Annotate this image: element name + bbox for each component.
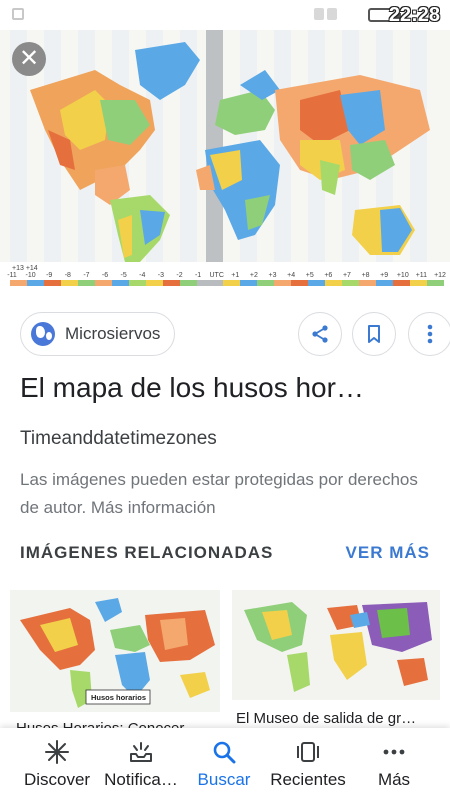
more-options-button[interactable] [408,312,450,356]
bookmark-icon [368,325,380,343]
nav-more[interactable]: Más [356,728,432,800]
search-icon [213,741,236,764]
related-map-1: Husos horarios [10,590,220,712]
utc-offset-label: +1 [231,272,239,279]
result-title[interactable]: El mapa de los husos hor… [20,372,430,404]
time-zone-map: +13 +14 -11 -10 -9 -8 -7 -6 -5 -4 -3 -2 -1 UTC +1 +2 +… [0,30,450,288]
source-chip[interactable]: Microsiervos [20,312,176,356]
nav-recent[interactable]: Recientes [262,728,354,800]
save-button[interactable] [352,312,396,356]
signal-icons [314,7,354,23]
utc-offset-label: -1 [195,272,201,279]
utc-offset-label: +5 [306,272,314,279]
vertical-dots-icon [427,324,433,344]
related-map-label: Husos horarios [91,693,146,702]
gallery-notification-icon [12,8,24,20]
nav-label-more: Más [377,770,411,789]
utc-offset-label: -7 [83,272,89,279]
utc-offset-label: +2 [250,272,258,279]
close-button[interactable]: ✕ [12,42,46,76]
source-name: Microsiervos [65,324,161,343]
nav-discover[interactable]: Discover [0,728,114,800]
source-row: Microsiervos [20,312,450,356]
utc-offset-label: -11 [7,272,17,279]
map-top-offsets: +13 +14 [12,265,38,272]
close-icon: ✕ [18,45,40,72]
bottom-navigation: Discover Notifica… Buscar Recientes Más [0,728,450,800]
utc-offset-label: +11 [416,272,427,279]
utc-offset-label: -6 [102,272,108,279]
related-image-2[interactable] [232,590,440,700]
hero-image-time-zone-map[interactable]: +13 +14 -11 -10 -9 -8 -7 -6 -5 -4 -3 -2 -1 UTC +1 +2 +… [0,30,450,288]
related-images-header: IMÁGENES RELACIONADAS [20,543,274,562]
utc-offset-label: +7 [343,272,351,279]
utc-offset-label: UTC [210,272,224,279]
more-dots-icon [383,749,405,755]
related-caption-2[interactable]: El Museo de salida de gr… [236,710,436,727]
status-time: 22:28 [388,4,440,26]
utc-offset-label: -3 [158,272,164,279]
utc-offset-label: +3 [269,272,277,279]
nav-notifications[interactable]: Notifica… [98,728,184,800]
see-more-link[interactable]: VER MÁS [346,543,430,563]
utc-offset-label: +10 [397,272,409,279]
result-subtitle: Timeanddatetimezones [20,428,217,449]
nav-search[interactable]: Buscar [186,728,262,800]
utc-offset-label: +9 [380,272,388,279]
nav-label-recent: Recientes [270,770,346,789]
share-button[interactable] [298,312,342,356]
copyright-notice[interactable]: Las imágenes pueden estar protegidas por… [20,466,420,522]
notifications-icon [130,742,152,762]
utc-offset-label: -8 [65,272,71,279]
nav-label-discover: Discover [23,770,91,789]
recent-tabs-icon [297,742,319,762]
utc-offset-label: -5 [121,272,127,279]
related-map-2 [232,590,440,700]
utc-offset-label: +12 [434,272,446,279]
utc-offset-label: -10 [26,272,36,279]
nav-label-notifications: Notifica… [104,770,178,789]
related-image-1[interactable]: Husos horarios [10,590,220,712]
utc-offset-label: +4 [287,272,295,279]
share-icon [312,325,328,343]
utc-offset-label: +6 [324,272,332,279]
asterisk-icon [45,740,69,764]
utc-offset-label: +8 [362,272,370,279]
globe-icon [31,322,55,346]
utc-offset-label: -2 [176,272,182,279]
status-bar: 22:28 [0,0,450,30]
utc-offset-label: -4 [139,272,145,279]
utc-offset-label: -9 [46,272,52,279]
nav-label-search: Buscar [197,770,251,789]
